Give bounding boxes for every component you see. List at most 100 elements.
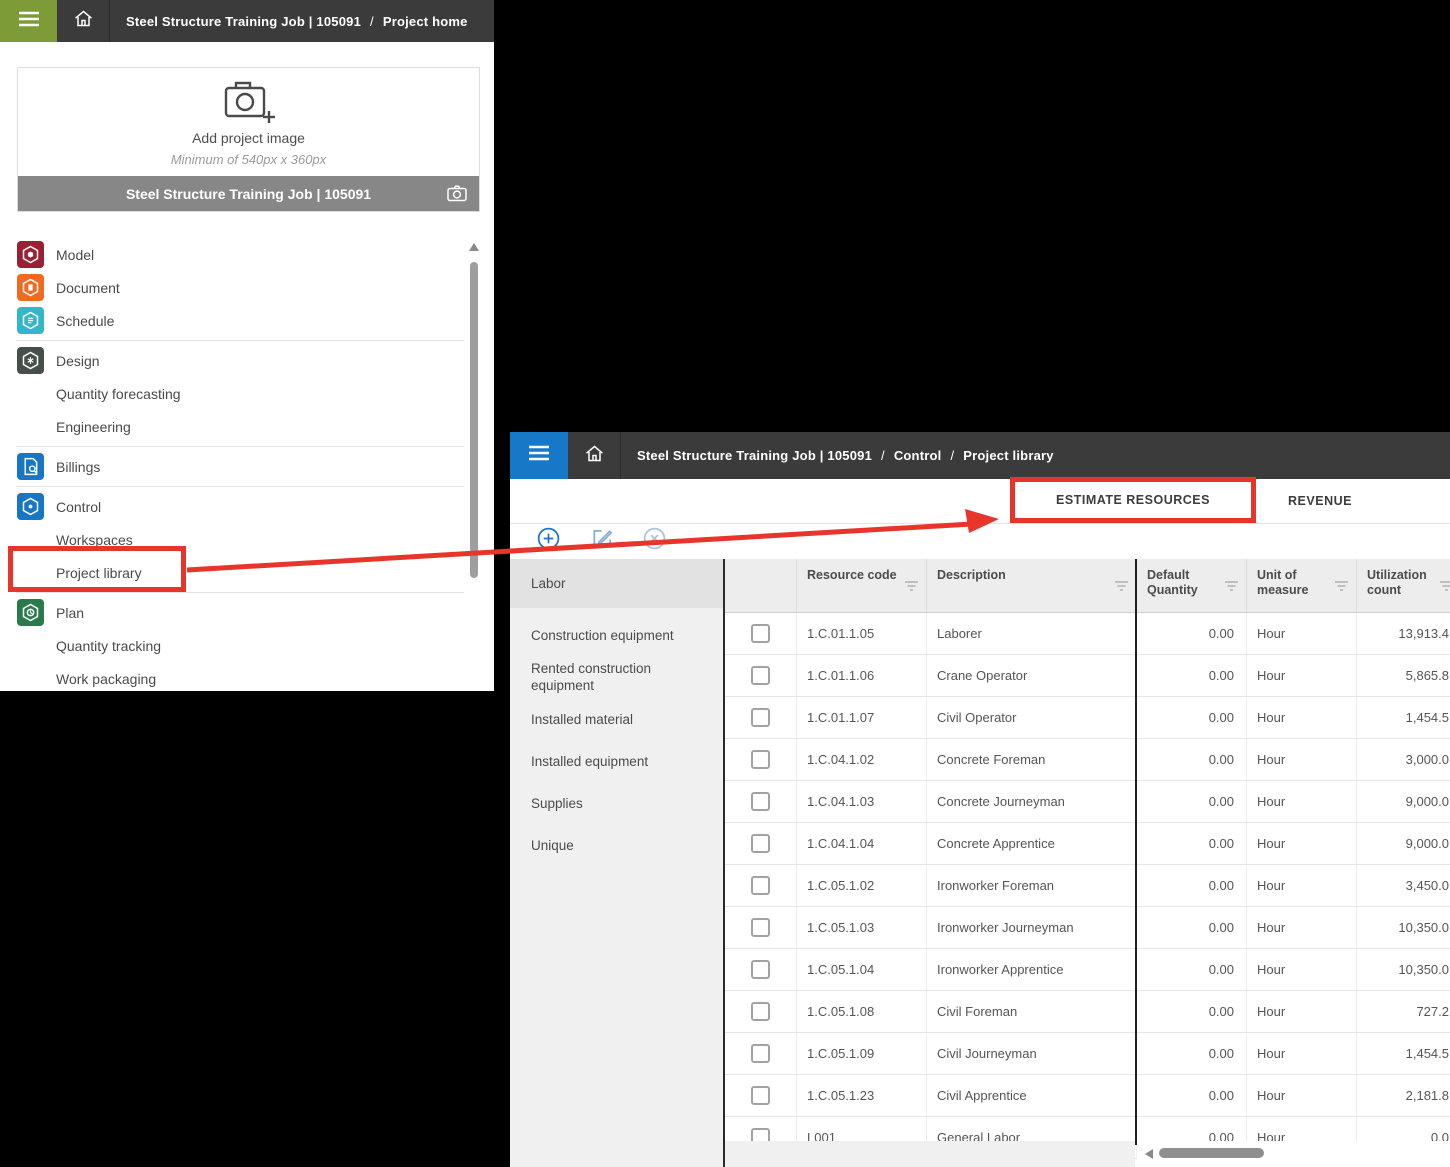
row-checkbox[interactable] bbox=[751, 792, 770, 811]
description-cell: Concrete Apprentice bbox=[927, 823, 1137, 864]
default-quantity-cell: 0.00 bbox=[1137, 1033, 1247, 1074]
category-item-construction-equipment[interactable]: Construction equipment bbox=[510, 614, 723, 656]
table-row[interactable]: 1.C.04.1.03Concrete Journeyman0.00Hour9,… bbox=[725, 781, 1450, 823]
row-checkbox[interactable] bbox=[751, 1086, 770, 1105]
sidebar-item-work-packaging[interactable]: Work packaging bbox=[0, 662, 494, 691]
sidebar-item-quantity-tracking[interactable]: Quantity tracking bbox=[0, 629, 494, 662]
category-item-rented-construction-equipment[interactable]: Rented construction equipment bbox=[510, 656, 723, 698]
table-row[interactable]: 1.C.05.1.03Ironworker Journeyman0.00Hour… bbox=[725, 907, 1450, 949]
row-checkbox[interactable] bbox=[751, 624, 770, 643]
hamburger-menu-button[interactable] bbox=[510, 432, 568, 479]
filter-icon[interactable] bbox=[904, 580, 919, 596]
default-quantity-cell: 0.00 bbox=[1137, 991, 1247, 1032]
add-project-image-card[interactable]: Add project image Minimum of 540px x 360… bbox=[17, 67, 480, 212]
table-row[interactable]: 1.C.05.1.23Civil Apprentice0.00Hour2,181… bbox=[725, 1075, 1450, 1117]
table-row[interactable]: 1.C.01.1.06Crane Operator0.00Hour5,865.8 bbox=[725, 655, 1450, 697]
vertical-scrollbar[interactable] bbox=[469, 243, 479, 689]
category-item-supplies[interactable]: Supplies bbox=[510, 782, 723, 824]
checkbox-cell bbox=[725, 865, 797, 906]
sidebar-item-quantity-forecasting[interactable]: Quantity forecasting bbox=[0, 377, 494, 410]
unit-of-measure-cell: Hour bbox=[1247, 823, 1357, 864]
category-item-unique[interactable]: Unique bbox=[510, 824, 723, 866]
scroll-left-icon[interactable] bbox=[1145, 1149, 1153, 1159]
table-row[interactable]: 1.C.05.1.02Ironworker Foreman0.00Hour3,4… bbox=[725, 865, 1450, 907]
sidebar-item-project-library[interactable]: Project library bbox=[0, 556, 494, 589]
project-library-panel: Steel Structure Training Job | 105091/Co… bbox=[510, 432, 1450, 1167]
column-header-utilization-count[interactable]: Utilization count bbox=[1357, 559, 1450, 612]
utilization-count-cell: 13,913.4 bbox=[1357, 613, 1450, 654]
sidebar-item-control[interactable]: Control bbox=[0, 490, 494, 523]
table-row[interactable]: 1.C.05.1.09Civil Journeyman0.00Hour1,454… bbox=[725, 1033, 1450, 1075]
table-row[interactable]: 1.C.01.1.07Civil Operator0.00Hour1,454.5 bbox=[725, 697, 1450, 739]
camera-button[interactable] bbox=[447, 185, 467, 207]
filter-icon[interactable] bbox=[1224, 580, 1239, 596]
default-quantity-cell: 0.00 bbox=[1137, 655, 1247, 696]
tab-estimate-resources[interactable]: ESTIMATE RESOURCES bbox=[1040, 479, 1226, 523]
table-row[interactable]: 1.C.04.1.02Concrete Foreman0.00Hour3,000… bbox=[725, 739, 1450, 781]
scroll-up-icon[interactable] bbox=[469, 243, 479, 251]
resource-code-cell: 1.C.01.1.06 bbox=[797, 655, 927, 696]
category-item-installed-material[interactable]: Installed material bbox=[510, 698, 723, 740]
hamburger-menu-button[interactable] bbox=[0, 0, 57, 42]
plan-icon bbox=[17, 599, 44, 626]
sidebar-item-label: Workspaces bbox=[56, 532, 133, 548]
table-row[interactable]: 1.C.05.1.04Ironworker Apprentice0.00Hour… bbox=[725, 949, 1450, 991]
resource-code-cell: 1.C.05.1.08 bbox=[797, 991, 927, 1032]
breadcrumb-section[interactable]: Control bbox=[894, 448, 942, 463]
table-row[interactable]: 1.C.04.1.04Concrete Apprentice0.00Hour9,… bbox=[725, 823, 1450, 865]
description-cell: Ironworker Journeyman bbox=[927, 907, 1137, 948]
sidebar-item-workspaces[interactable]: Workspaces bbox=[0, 523, 494, 556]
row-checkbox[interactable] bbox=[751, 834, 770, 853]
sidebar-item-document[interactable]: Document bbox=[0, 271, 494, 304]
unit-of-measure-cell: Hour bbox=[1247, 907, 1357, 948]
scrollbar-thumb[interactable] bbox=[1159, 1148, 1264, 1158]
utilization-count-cell: 1,454.5 bbox=[1357, 1033, 1450, 1074]
table-row[interactable]: 1.C.01.1.05Laborer0.00Hour13,913.4 bbox=[725, 613, 1450, 655]
sidebar-item-model[interactable]: Model bbox=[0, 238, 494, 271]
filter-icon[interactable] bbox=[1439, 580, 1450, 596]
row-checkbox[interactable] bbox=[751, 960, 770, 979]
row-checkbox[interactable] bbox=[751, 750, 770, 769]
document-icon bbox=[17, 274, 44, 301]
sidebar-item-plan[interactable]: Plan bbox=[0, 596, 494, 629]
breadcrumb-project[interactable]: Steel Structure Training Job | 105091 bbox=[637, 448, 872, 463]
description-cell: Ironworker Apprentice bbox=[927, 949, 1137, 990]
row-checkbox[interactable] bbox=[751, 666, 770, 685]
row-checkbox[interactable] bbox=[751, 918, 770, 937]
filter-icon[interactable] bbox=[1334, 580, 1349, 596]
table-row[interactable]: 1.C.05.1.08Civil Foreman0.00Hour727.2 bbox=[725, 991, 1450, 1033]
unit-of-measure-cell: Hour bbox=[1247, 739, 1357, 780]
filter-icon[interactable] bbox=[1114, 580, 1129, 596]
remove-resource-button[interactable] bbox=[642, 529, 666, 553]
sidebar-item-engineering[interactable]: Engineering bbox=[0, 410, 494, 443]
edit-resource-button[interactable] bbox=[590, 529, 614, 553]
utilization-count-cell: 9,000.0 bbox=[1357, 823, 1450, 864]
row-checkbox[interactable] bbox=[751, 1044, 770, 1063]
sidebar-item-schedule[interactable]: Schedule bbox=[0, 304, 494, 337]
row-checkbox[interactable] bbox=[751, 708, 770, 727]
control-icon bbox=[17, 493, 44, 520]
category-list: Labor Construction equipmentRented constr… bbox=[510, 559, 723, 1167]
sidebar-item-label: Quantity forecasting bbox=[56, 386, 181, 402]
row-checkbox[interactable] bbox=[751, 876, 770, 895]
column-header-unit-of-measure[interactable]: Unit of measure bbox=[1247, 559, 1357, 612]
sidebar-item-billings[interactable]: Billings bbox=[0, 450, 494, 483]
design-icon bbox=[17, 347, 44, 374]
horizontal-scrollbar[interactable] bbox=[1137, 1141, 1450, 1167]
hamburger-icon bbox=[528, 445, 550, 466]
sidebar-item-design[interactable]: Design bbox=[0, 344, 494, 377]
breadcrumb-project[interactable]: Steel Structure Training Job | 105091 bbox=[126, 14, 361, 29]
home-button[interactable] bbox=[65, 0, 101, 42]
add-resource-button[interactable] bbox=[536, 529, 560, 553]
row-checkbox[interactable] bbox=[751, 1002, 770, 1021]
column-header-description[interactable]: Description bbox=[927, 559, 1137, 612]
sidebar-item-label: Design bbox=[56, 353, 100, 369]
tab-revenue[interactable]: REVENUE bbox=[1262, 479, 1378, 523]
scrollbar-thumb[interactable] bbox=[470, 262, 478, 578]
home-button[interactable] bbox=[576, 432, 612, 479]
column-header-default-quantity[interactable]: Default Quantity bbox=[1137, 559, 1247, 612]
checkbox-cell bbox=[725, 739, 797, 780]
column-header-resource-code[interactable]: Resource code bbox=[797, 559, 927, 612]
category-item-installed-equipment[interactable]: Installed equipment bbox=[510, 740, 723, 782]
category-item-labor[interactable]: Labor bbox=[510, 559, 723, 608]
